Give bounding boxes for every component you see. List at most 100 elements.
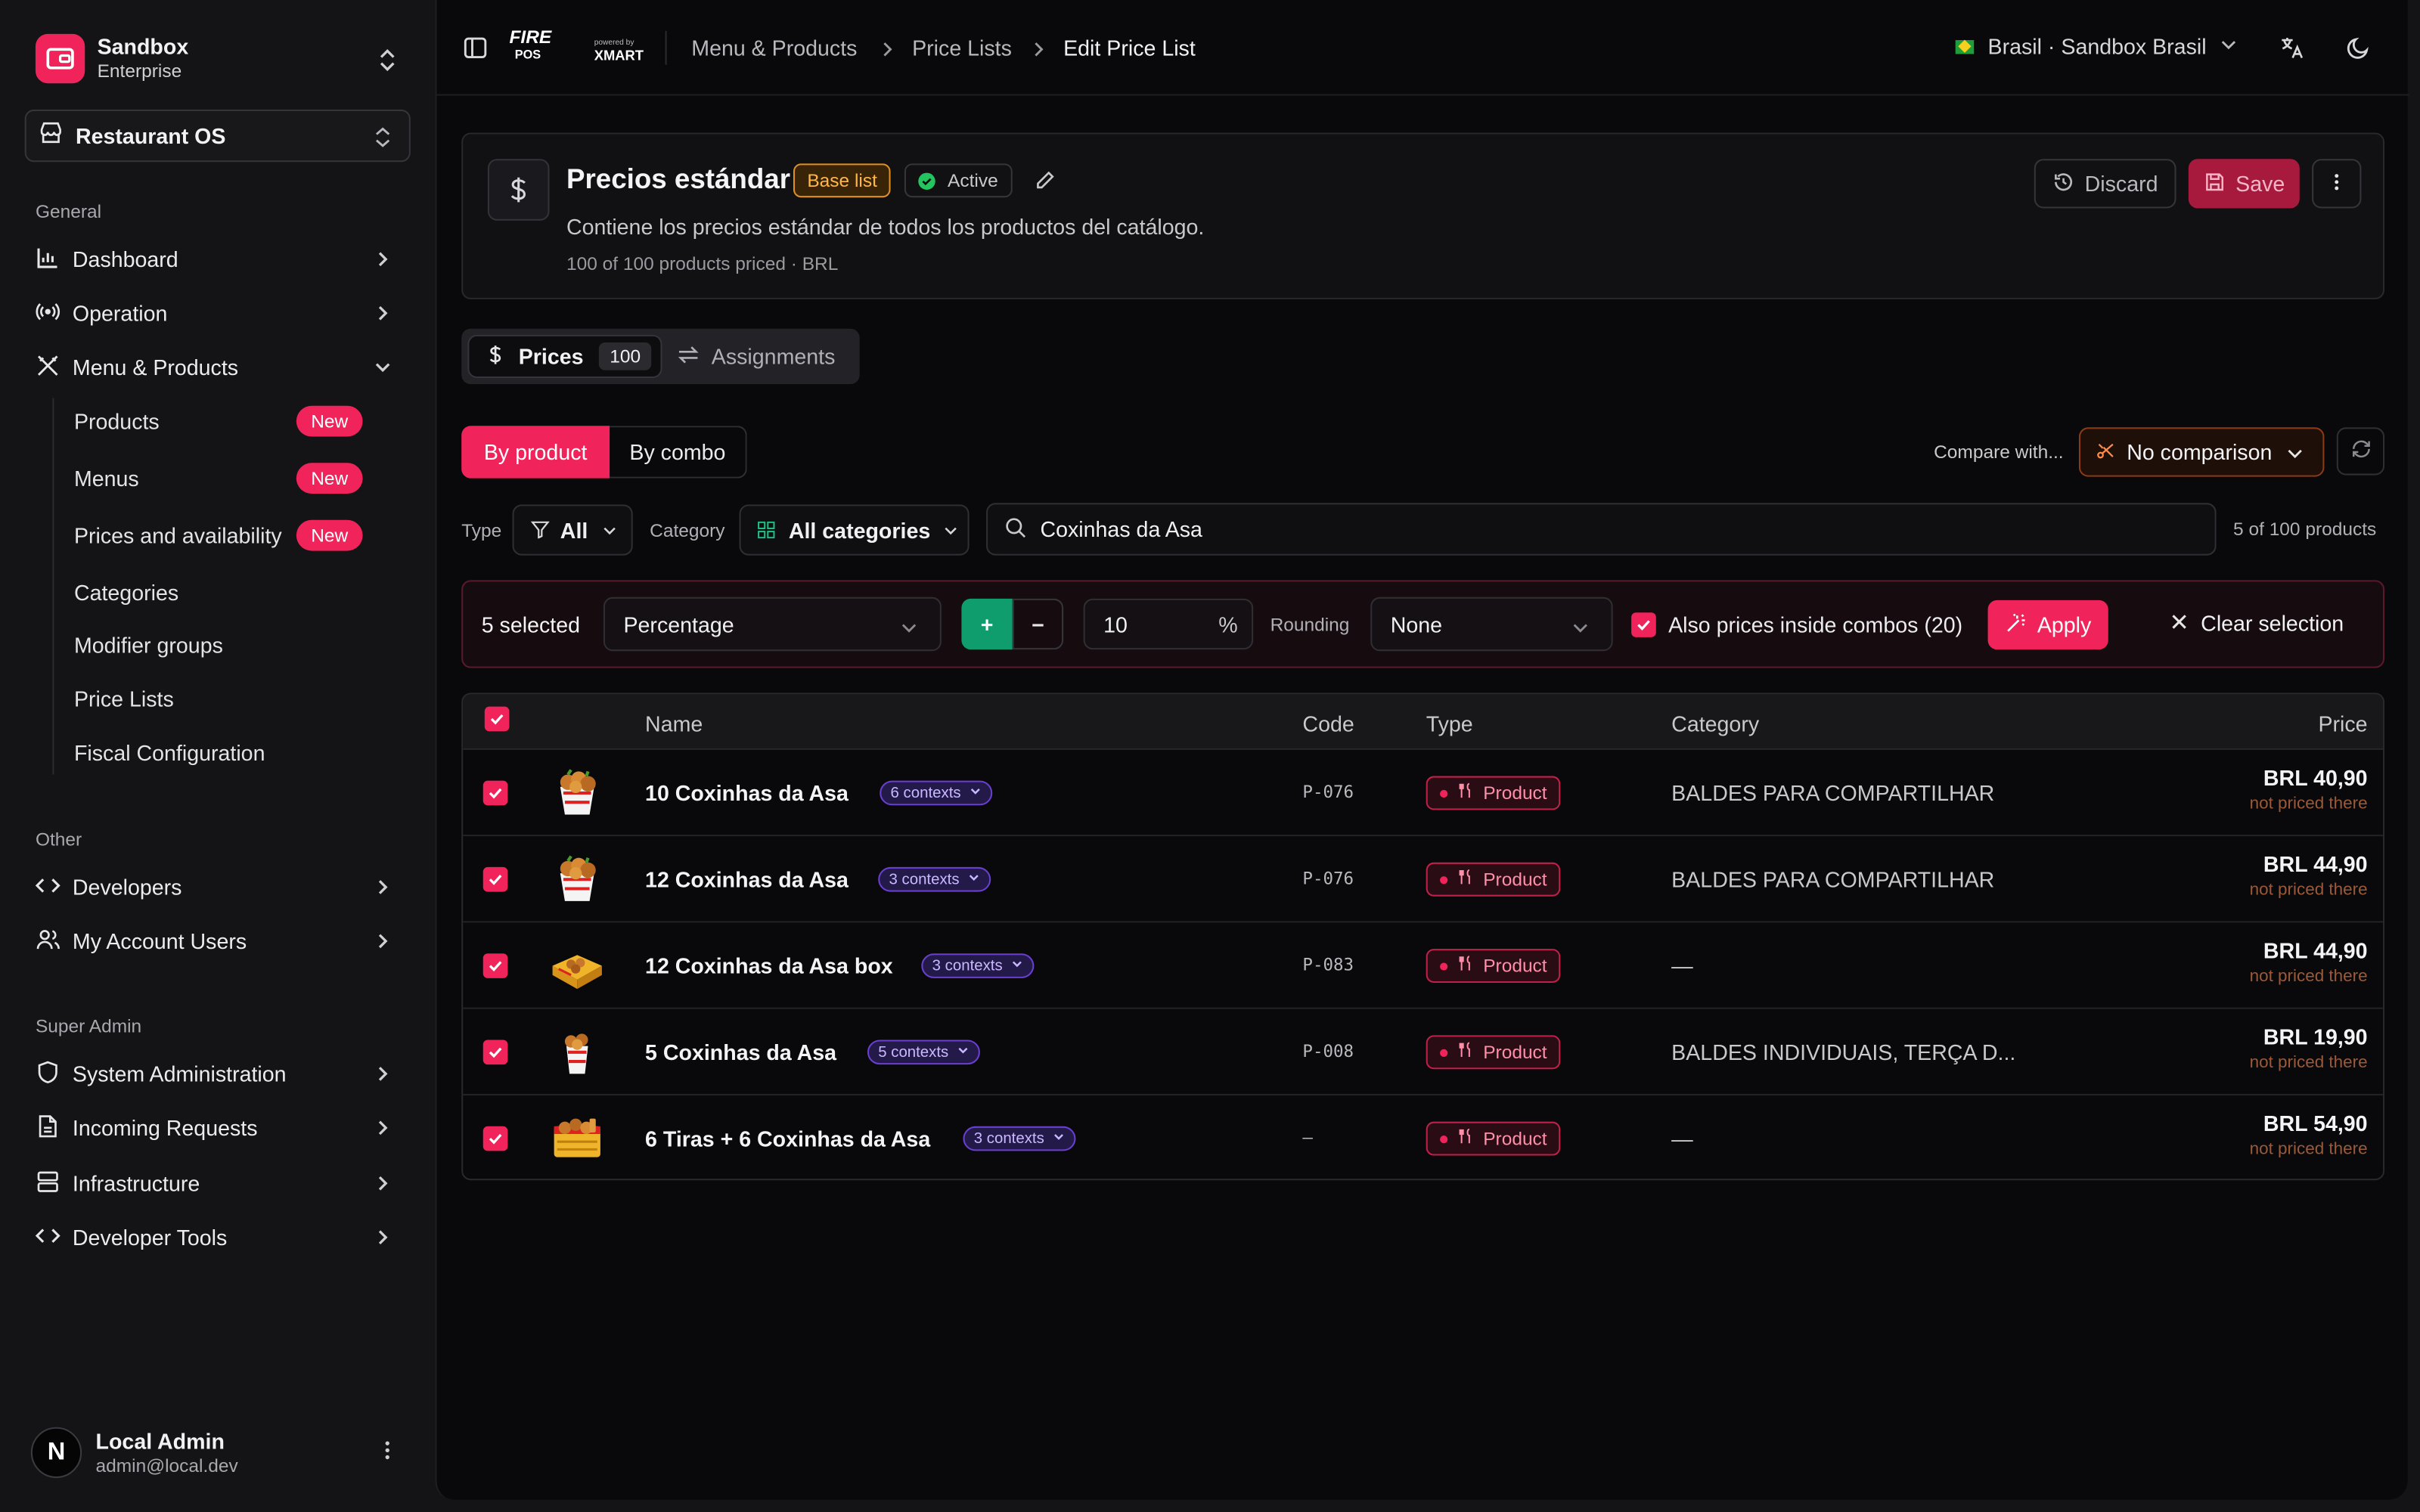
app-name: Restaurant OS (75, 123, 226, 148)
user-menu[interactable]: N Local Admin admin@local.dev (30, 1427, 238, 1479)
product-image (550, 1111, 605, 1166)
main-panel: FIRE POS powered by XMART Menu & Product… (435, 0, 2409, 1500)
status-dot (1440, 1048, 1448, 1056)
product-name[interactable]: 12 Coxinhas da Asa (645, 867, 849, 892)
sidebar-item-price-lists[interactable]: Price Lists (74, 677, 368, 720)
product-image (550, 765, 605, 820)
column-header-name[interactable]: Name (645, 711, 703, 736)
contexts-dropdown[interactable]: 3 contexts (921, 953, 1034, 978)
column-header-type[interactable]: Type (1426, 711, 1473, 736)
region-label: Brasil · Sandbox Brasil (1987, 33, 2207, 59)
price-cell[interactable]: BRL 54,90 not priced there (2250, 1111, 2368, 1158)
product-category: BALDES INDIVIDUAIS, TERÇA D... (1671, 1040, 2016, 1065)
sidebar-item-menu-products[interactable]: Menu & Products (36, 347, 400, 387)
table-row[interactable]: 5 Coxinhas da Asa 5 contexts P-008 Product B… (463, 1009, 2383, 1095)
view-by-combo-button[interactable]: By combo (610, 426, 747, 479)
discard-button[interactable]: Discard (2034, 159, 2176, 209)
refresh-button[interactable] (2336, 427, 2385, 476)
category-filter-select[interactable]: All categories (739, 504, 970, 556)
sidebar-item-developers[interactable]: Developers (35, 867, 400, 907)
chevron-down-icon (2219, 34, 2237, 59)
contexts-dropdown[interactable]: 5 contexts (867, 1040, 980, 1065)
product-code: P-083 (1302, 955, 1354, 975)
type-badge: Product (1426, 949, 1561, 983)
more-vertical-icon[interactable] (375, 1438, 400, 1470)
sidebar-item-categories[interactable]: Categories (74, 571, 368, 614)
column-header-code[interactable]: Code (1302, 711, 1354, 736)
table-row[interactable]: 12 Coxinhas da Asa 3 contexts P-076 Product… (463, 836, 2383, 923)
sidebar-toggle-icon[interactable] (463, 36, 488, 68)
price-value: BRL 44,90 (2263, 851, 2368, 877)
sidebar-item-dashboard[interactable]: Dashboard (36, 239, 400, 279)
search-input[interactable]: Coxinhas da Asa (986, 503, 2217, 556)
sidebar-item-label: Menu & Products (72, 355, 239, 380)
sidebar-item-system-administration[interactable]: System Administration (36, 1054, 400, 1094)
moon-icon[interactable] (2346, 36, 2371, 68)
tab-assignments[interactable]: Assignments (678, 335, 835, 378)
org-switcher[interactable]: Sandbox Enterprise (35, 33, 188, 84)
row-checkbox[interactable] (482, 866, 508, 892)
clear-selection-button[interactable]: Clear selection (2170, 611, 2344, 636)
server-icon (36, 1169, 60, 1198)
select-all-checkbox[interactable] (484, 706, 510, 732)
sidebar-item-my-account-users[interactable]: My Account Users (36, 921, 400, 961)
sidebar-item-modifier-groups[interactable]: Modifier groups (74, 623, 368, 666)
chevrons-up-down-icon[interactable] (375, 46, 400, 82)
price-cell[interactable]: BRL 44,90 not priced there (2250, 938, 2368, 986)
compare-select[interactable]: No comparison (2078, 427, 2325, 477)
app-selector[interactable]: Restaurant OS (24, 109, 411, 163)
apply-button[interactable]: Apply (1987, 600, 2108, 650)
increase-button[interactable]: + (961, 598, 1013, 650)
product-name[interactable]: 12 Coxinhas da Asa box (645, 953, 893, 978)
adjust-mode-select[interactable]: Percentage (603, 596, 942, 652)
type-filter-select[interactable]: All (512, 504, 633, 556)
breadcrumb-menu-products[interactable]: Menu & Products (691, 36, 857, 60)
save-button[interactable]: Save (2188, 159, 2300, 209)
row-checkbox[interactable] (482, 1040, 508, 1065)
sidebar-item-incoming-requests[interactable]: Incoming Requests (36, 1108, 400, 1148)
price-note: not priced there (2249, 1053, 2368, 1073)
sidebar-item-operation[interactable]: Operation (36, 293, 400, 333)
sidebar-item-developer-tools[interactable]: Developer Tools (35, 1217, 400, 1257)
contexts-dropdown[interactable]: 3 contexts (963, 1126, 1075, 1151)
table-row[interactable]: 10 Coxinhas da Asa 6 contexts P-076 Product… (463, 750, 2383, 837)
combos-checkbox[interactable] (1631, 612, 1656, 637)
chevron-down-icon (956, 1044, 968, 1061)
search-icon (1005, 516, 1027, 543)
product-name[interactable]: 5 Coxinhas da Asa (645, 1040, 836, 1064)
price-cell[interactable]: BRL 19,90 not priced there (2250, 1024, 2368, 1072)
column-header-category[interactable]: Category (1671, 711, 1759, 736)
row-checkbox[interactable] (482, 953, 508, 978)
sidebar-item-infrastructure[interactable]: Infrastructure (36, 1163, 400, 1204)
column-header-price[interactable]: Price (2318, 711, 2367, 736)
chevron-right-icon (372, 302, 394, 329)
decrease-button[interactable]: − (1012, 598, 1064, 650)
sidebar-item-fiscal-configuration[interactable]: Fiscal Configuration (74, 731, 368, 774)
top-bar: FIRE POS powered by XMART Menu & Product… (436, 0, 2409, 96)
page-title: Precios estándar (566, 163, 791, 195)
region-selector[interactable]: Brasil · Sandbox Brasil (1955, 33, 2238, 59)
contexts-dropdown[interactable]: 6 contexts (880, 780, 992, 806)
rounding-select[interactable]: None (1370, 596, 1613, 652)
contexts-dropdown[interactable]: 3 contexts (878, 866, 991, 892)
breadcrumb-current: Edit Price List (1063, 35, 1196, 60)
breadcrumb-price-lists[interactable]: Price Lists (912, 36, 1012, 60)
row-checkbox[interactable] (482, 1126, 508, 1151)
price-value: BRL 54,90 (2263, 1111, 2368, 1136)
more-options-button[interactable] (2312, 159, 2362, 209)
chevron-right-icon (372, 876, 394, 903)
table-row[interactable]: 6 Tiras + 6 Coxinhas da Asa 3 contexts — Pr… (463, 1095, 2383, 1179)
chevron-right-icon (372, 249, 394, 275)
price-cell[interactable]: BRL 40,90 not priced there (2250, 765, 2368, 813)
table-row[interactable]: 12 Coxinhas da Asa box 3 contexts P-083 Pro… (463, 922, 2383, 1009)
product-name[interactable]: 6 Tiras + 6 Coxinhas da Asa (645, 1126, 930, 1151)
pencil-icon[interactable] (1034, 169, 1056, 199)
price-note: not priced there (2249, 881, 2368, 900)
row-checkbox[interactable] (482, 780, 508, 806)
tab-prices[interactable]: Prices 100 (467, 334, 662, 378)
view-by-product-button[interactable]: By product (461, 426, 610, 479)
amount-input[interactable]: 10 % (1083, 598, 1254, 650)
price-cell[interactable]: BRL 44,90 not priced there (2250, 852, 2368, 900)
product-name[interactable]: 10 Coxinhas da Asa (645, 781, 849, 806)
translate-icon[interactable] (2279, 36, 2304, 68)
